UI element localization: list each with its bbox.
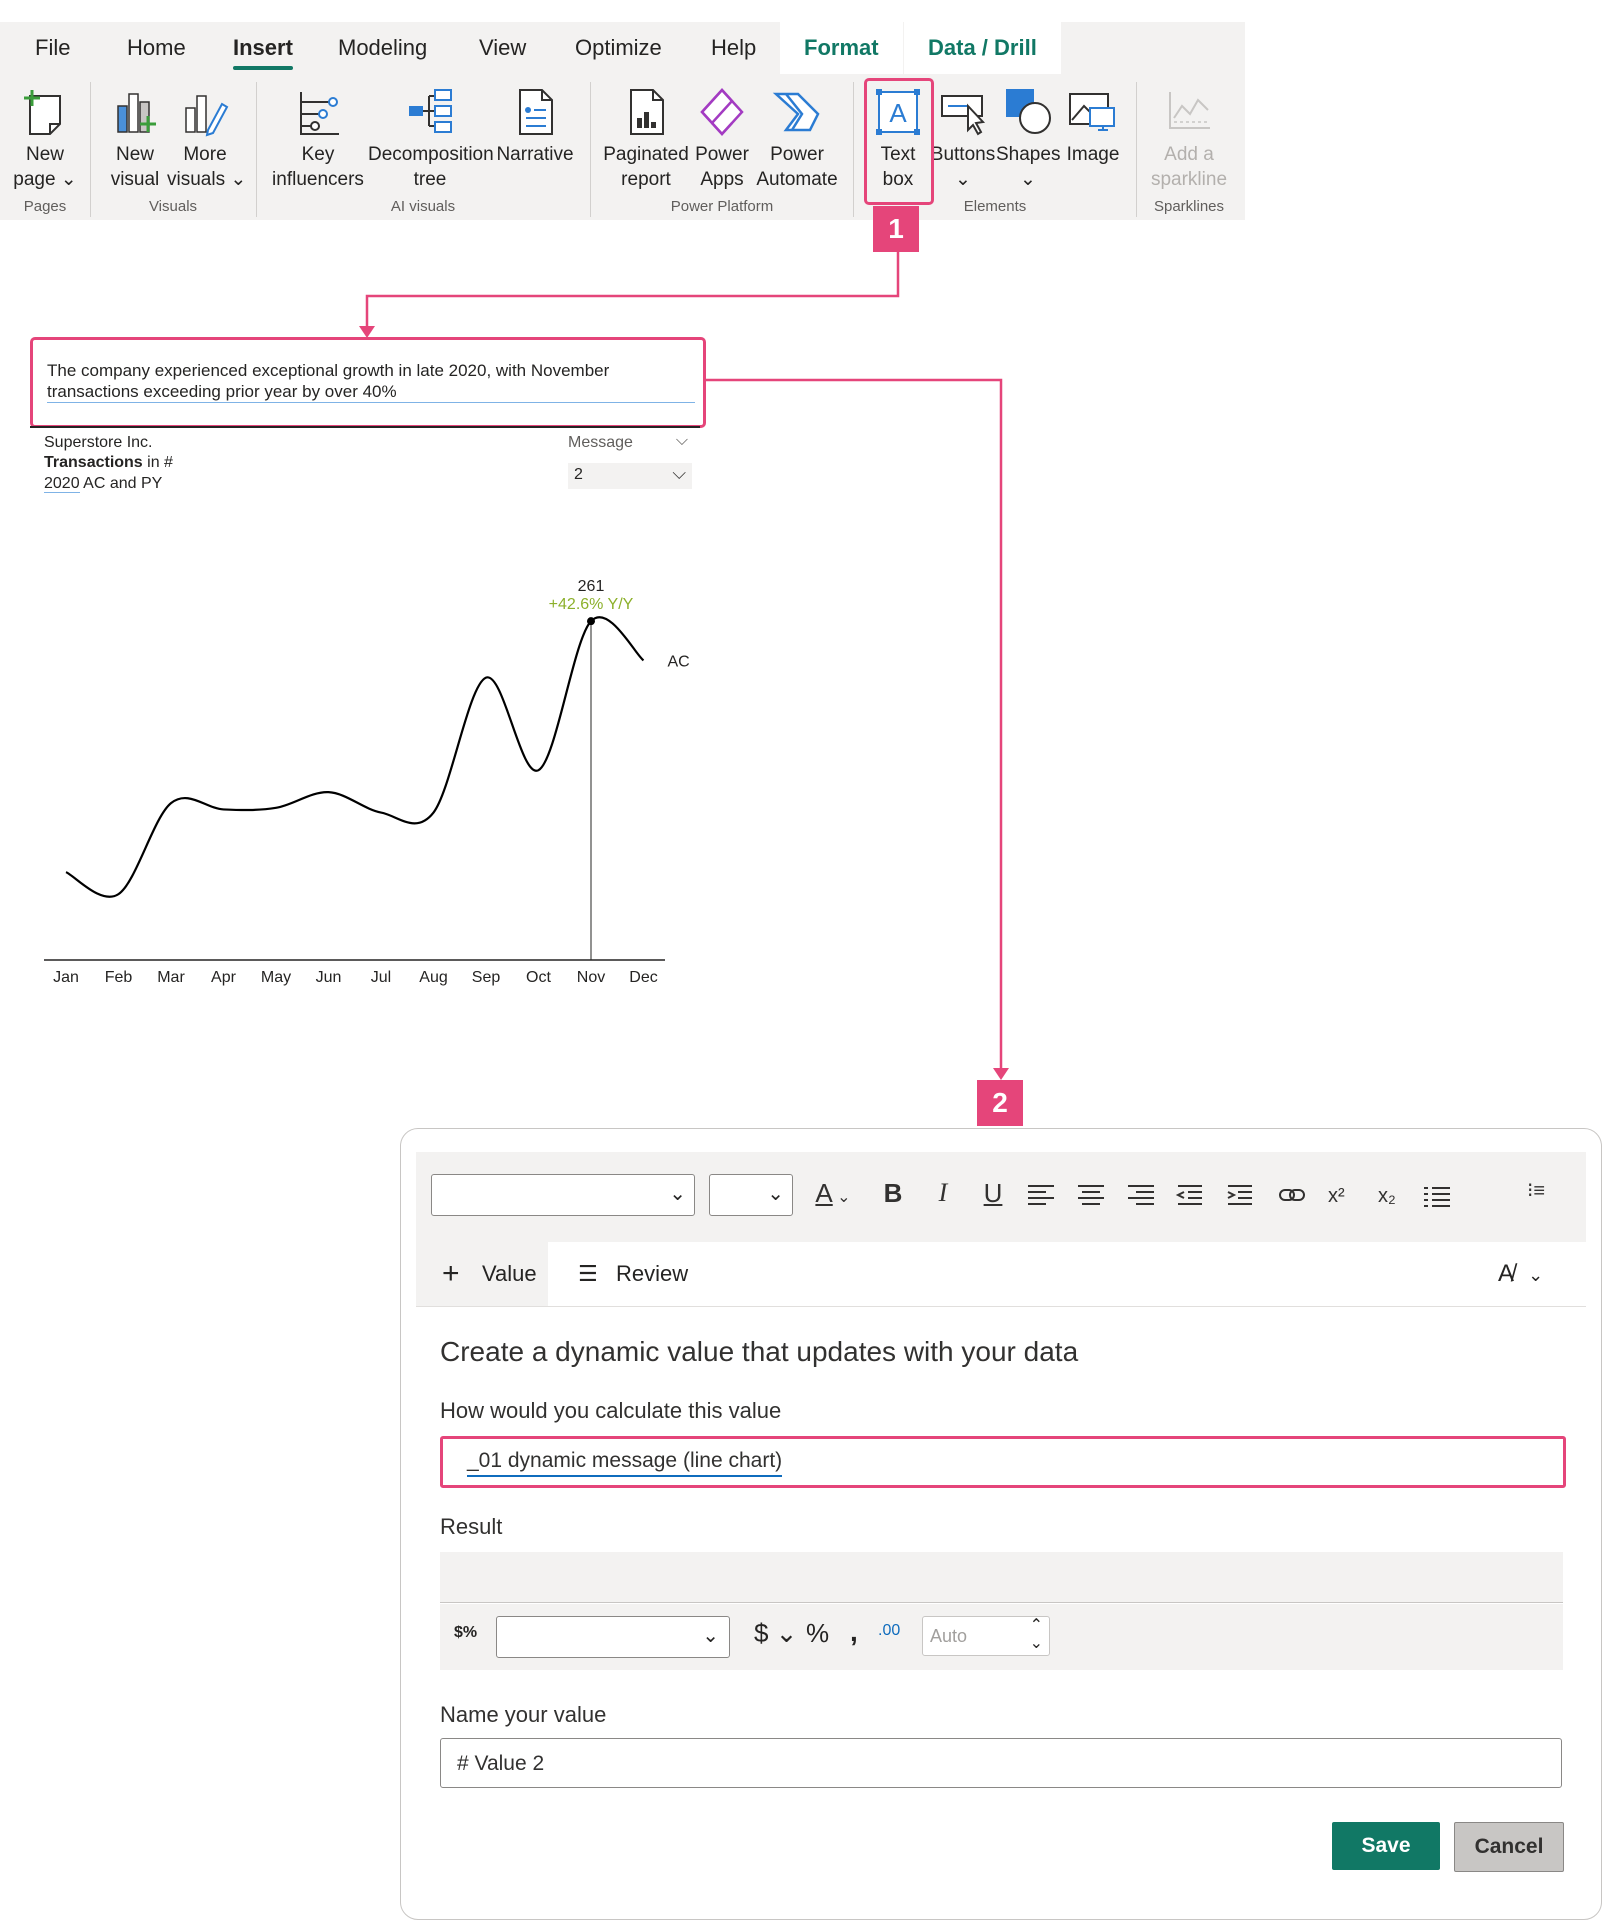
stepper-icon[interactable]: ⌃ ⌄ bbox=[1030, 1617, 1043, 1653]
format-select[interactable]: ⌄ bbox=[496, 1616, 730, 1658]
font-color-icon[interactable]: A ⌄ bbox=[808, 1178, 858, 1209]
x-tick-label: Jun bbox=[316, 969, 342, 986]
link-icon bbox=[1279, 1189, 1305, 1201]
outdent-icon bbox=[1175, 1185, 1202, 1205]
list-icon: ☰ bbox=[578, 1261, 598, 1286]
numbered-list-icon[interactable]: ⁝≡ bbox=[1516, 1178, 1556, 1203]
peak-delta-label: +42.6% Y/Y bbox=[549, 596, 634, 613]
peak-point bbox=[587, 617, 595, 626]
calc-measure-value: _01 dynamic message (line chart) bbox=[467, 1449, 783, 1477]
decimal-icon[interactable]: .00 bbox=[878, 1622, 900, 1640]
value-name-text: # Value 2 bbox=[457, 1752, 545, 1775]
subscript-icon: x₂ bbox=[1378, 1185, 1396, 1207]
series-line-ac bbox=[65, 616, 645, 898]
x-tick-label: Feb bbox=[105, 969, 133, 986]
font-size-select[interactable]: ⌄ bbox=[709, 1174, 793, 1216]
text-style-icon: A̸ bbox=[1498, 1260, 1515, 1287]
bullet-list-icon bbox=[1424, 1187, 1450, 1207]
x-tick-label: May bbox=[261, 969, 291, 986]
dialog-heading: Create a dynamic value that updates with… bbox=[440, 1336, 1079, 1367]
x-tick-label: Jan bbox=[53, 969, 79, 986]
x-tick-label: Jul bbox=[371, 969, 391, 986]
x-tick-label: Nov bbox=[577, 969, 605, 986]
chevron-down-icon: ⌄ bbox=[669, 1183, 686, 1205]
chevron-down-icon: ⌄ bbox=[767, 1183, 784, 1205]
underline-icon[interactable]: U bbox=[976, 1178, 1010, 1209]
x-tick-label: Aug bbox=[419, 969, 447, 986]
result-preview bbox=[440, 1552, 1563, 1603]
comma-icon[interactable]: , bbox=[850, 1616, 858, 1648]
x-tick-label: Dec bbox=[629, 969, 657, 986]
bold-icon[interactable]: B bbox=[876, 1178, 910, 1209]
formatting-toolbar: ⌄ ⌄ A ⌄ B I U x² x₂ ⁝≡ bbox=[416, 1152, 1586, 1242]
chevron-down-icon: ⌄ bbox=[702, 1625, 719, 1647]
number-format-bar: $% ⌄ $ ⌄ % , .00 Auto ⌃ ⌄ bbox=[440, 1604, 1563, 1670]
result-label: Result bbox=[440, 1514, 503, 1539]
x-tick-label: Mar bbox=[157, 969, 185, 986]
tab-value[interactable]: + Value bbox=[416, 1242, 548, 1306]
calc-label: How would you calculate this value bbox=[440, 1398, 782, 1423]
x-tick-label: Sep bbox=[472, 969, 501, 986]
cancel-button[interactable]: Cancel bbox=[1454, 1822, 1564, 1872]
tab-review[interactable]: ☰ Review bbox=[578, 1242, 698, 1306]
x-tick-label: Apr bbox=[211, 969, 237, 986]
peak-value-label: 261 bbox=[578, 578, 605, 595]
calc-measure-input[interactable]: _01 dynamic message (line chart) bbox=[440, 1436, 1566, 1488]
dialog-tabs: + Value ☰ Review A̸ ⌄ bbox=[416, 1242, 1586, 1307]
paragraph-tools: x² x₂ bbox=[1028, 1185, 1450, 1207]
tab-value-label: Value bbox=[482, 1261, 537, 1286]
x-tick-label: Oct bbox=[526, 969, 551, 986]
font-family-select[interactable]: ⌄ bbox=[431, 1174, 695, 1216]
plus-icon: + bbox=[442, 1257, 460, 1290]
superscript-icon: x² bbox=[1328, 1185, 1345, 1207]
currency-icon[interactable]: $ ⌄ bbox=[754, 1618, 797, 1649]
name-label: Name your value bbox=[440, 1702, 607, 1727]
value-name-input[interactable]: # Value 2 bbox=[440, 1738, 1562, 1788]
series-label-ac: AC bbox=[668, 653, 690, 670]
indent-icon bbox=[1227, 1185, 1252, 1205]
align-right-icon bbox=[1128, 1185, 1154, 1205]
tab-review-label: Review bbox=[616, 1261, 689, 1286]
align-center-icon bbox=[1078, 1185, 1104, 1205]
italic-icon[interactable]: I bbox=[926, 1178, 960, 1208]
percent-icon[interactable]: % bbox=[806, 1618, 829, 1649]
save-button[interactable]: Save bbox=[1332, 1822, 1440, 1870]
chevron-down-icon: ⌄ bbox=[1528, 1265, 1544, 1285]
format-icon[interactable]: $% bbox=[454, 1624, 477, 1642]
align-left-icon bbox=[1028, 1185, 1054, 1205]
decimal-places-placeholder: Auto bbox=[930, 1626, 968, 1646]
text-style-options-button[interactable]: A̸ ⌄ bbox=[1498, 1242, 1568, 1306]
decimal-places-input[interactable]: Auto ⌃ ⌄ bbox=[922, 1616, 1050, 1656]
